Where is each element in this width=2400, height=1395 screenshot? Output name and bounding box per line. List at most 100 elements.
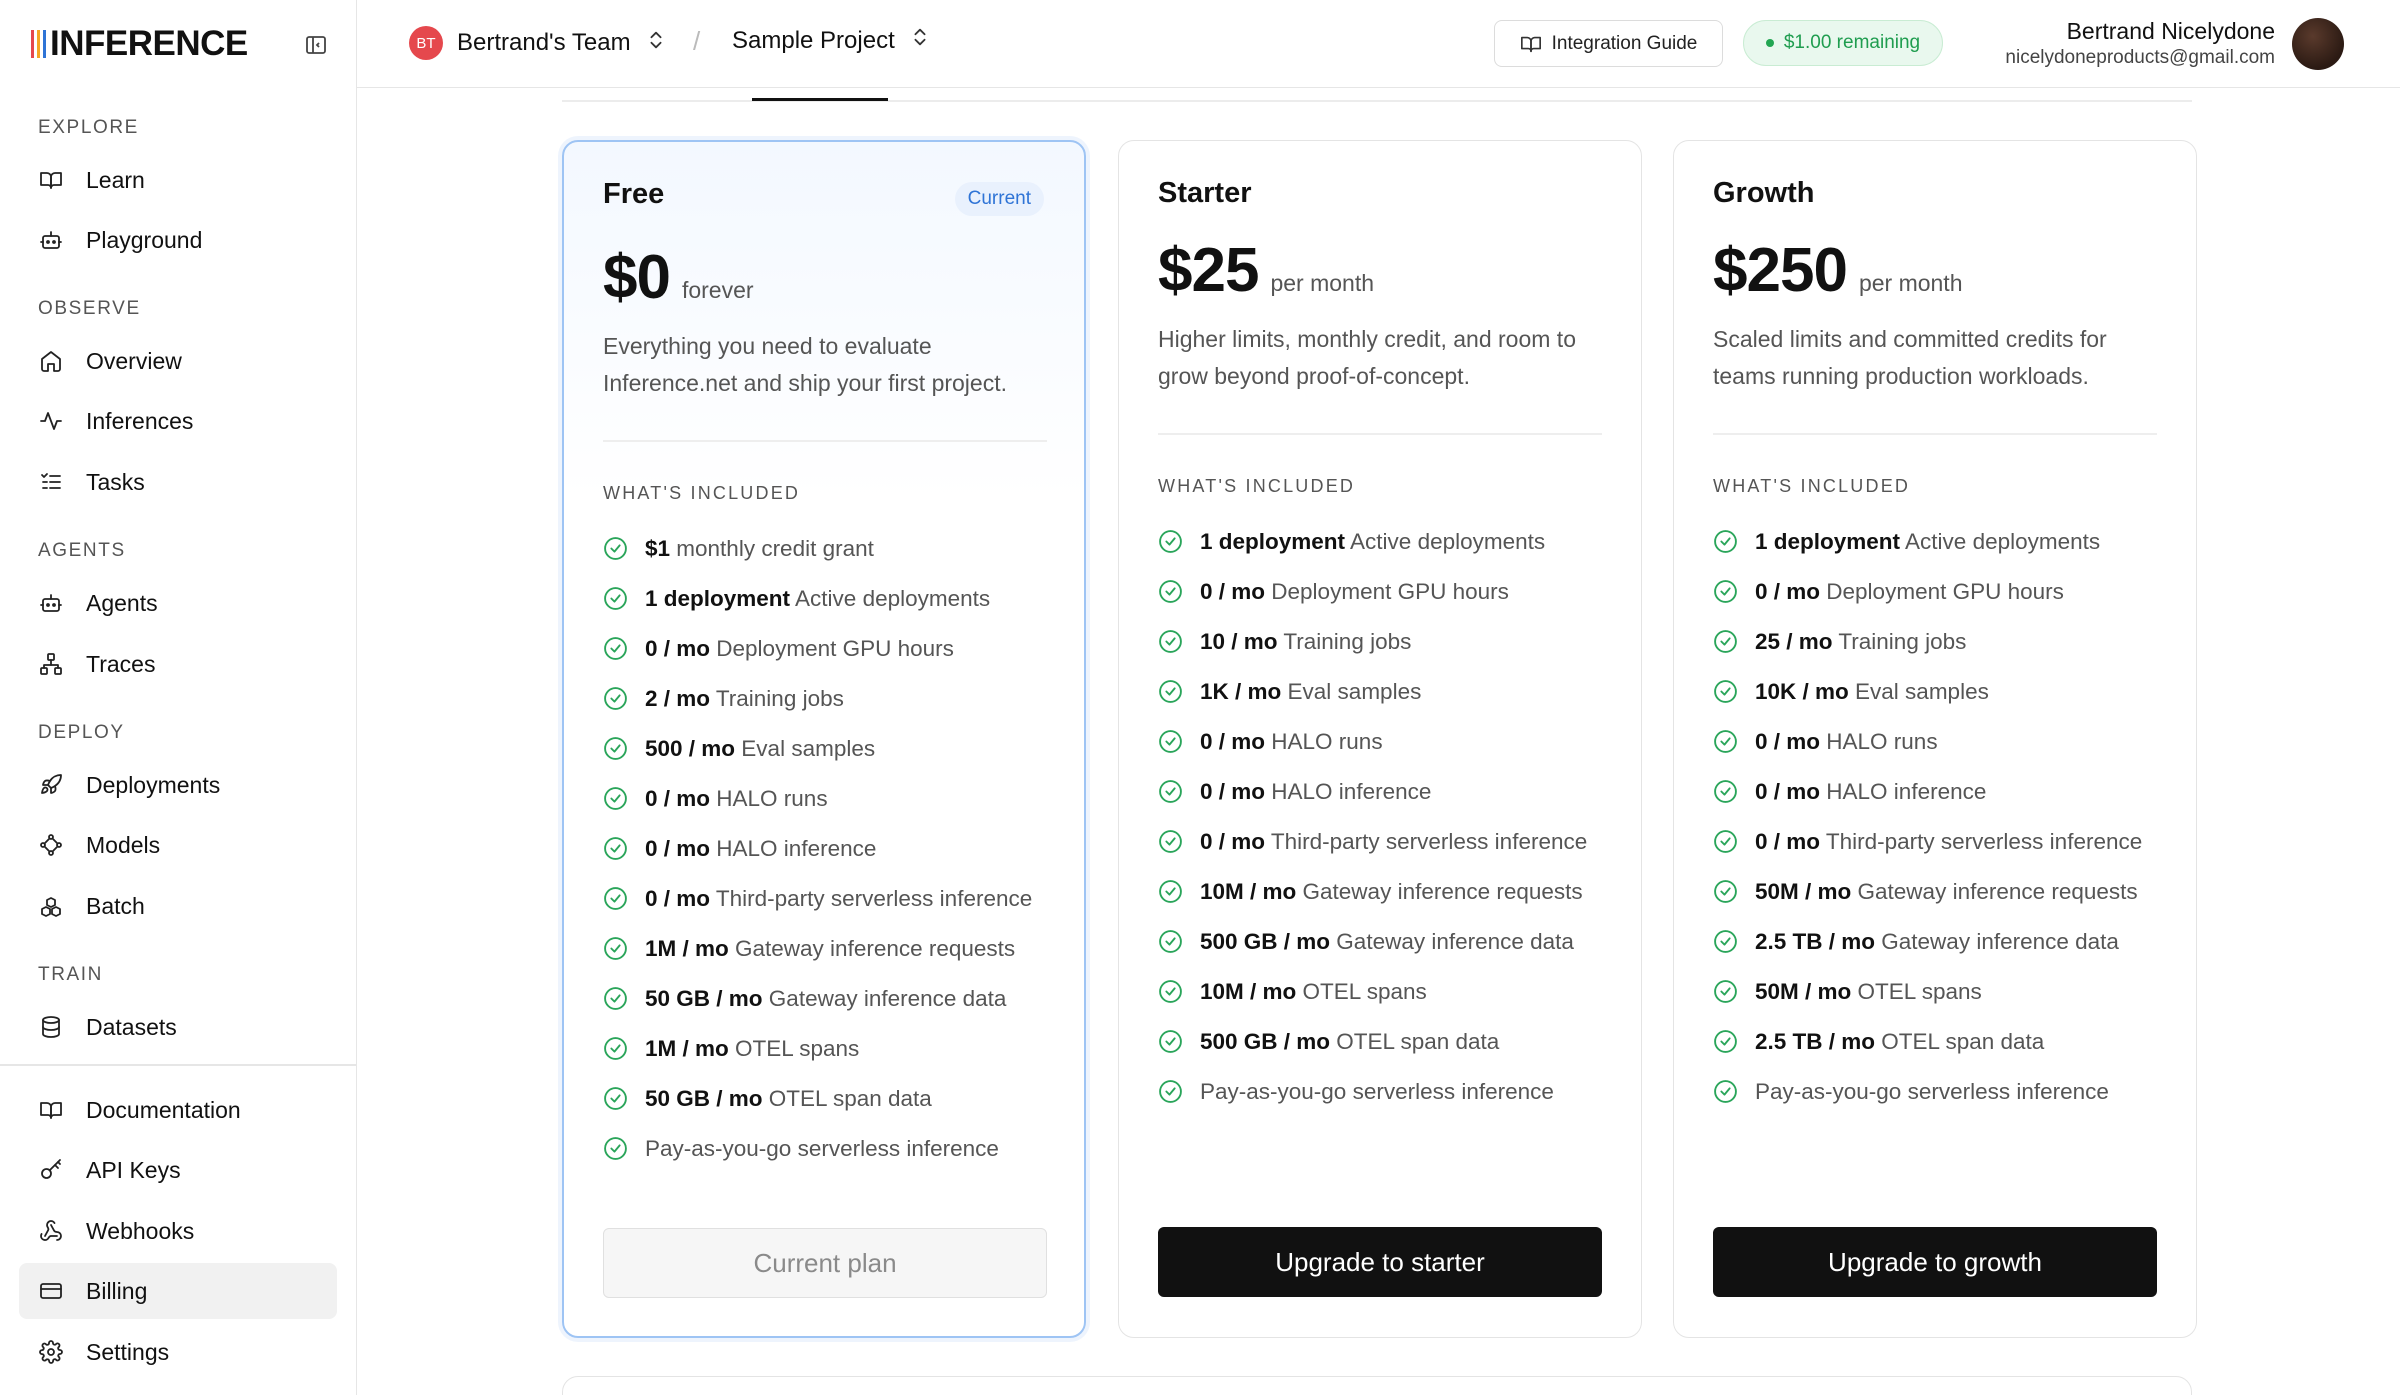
check-circle-icon — [603, 1033, 629, 1064]
feature-label: HALO inference — [1265, 779, 1432, 804]
feature-value: 0 / mo — [1755, 829, 1821, 854]
sidebar-item-label: Learn — [86, 166, 145, 193]
feature-label: Training jobs — [1832, 629, 1967, 654]
team-name: Bertrand's Team — [457, 29, 631, 56]
current-plan-button[interactable]: Current plan — [603, 1228, 1047, 1298]
feature-label: Gateway inference data — [1875, 929, 2119, 954]
nav-section-train: TRAIN — [38, 964, 103, 985]
project-switcher[interactable]: Sample Project — [732, 26, 931, 55]
sidebar-item-billing[interactable]: Billing — [19, 1263, 337, 1319]
sidebar-item-inferences[interactable]: Inferences — [19, 393, 337, 449]
feature-text: Pay-as-you-go serverless inference — [1755, 1076, 2109, 1107]
sidebar-item-settings[interactable]: Settings — [19, 1324, 337, 1380]
check-circle-icon — [1158, 776, 1184, 807]
chevron-up-down-icon — [909, 26, 931, 55]
upgrade-starter-button[interactable]: Upgrade to starter — [1158, 1227, 1602, 1297]
feature-value: 1M / mo — [645, 936, 729, 961]
integration-guide-button[interactable]: Integration Guide — [1494, 20, 1723, 67]
sidebar-item-api-keys[interactable]: API Keys — [19, 1142, 337, 1198]
sidebar-item-agents[interactable]: Agents — [19, 575, 337, 631]
database-icon — [38, 1014, 64, 1040]
collapse-sidebar-button[interactable] — [301, 30, 331, 60]
check-circle-icon — [603, 583, 629, 614]
feature-value: 0 / mo — [1755, 779, 1821, 804]
feature-label: Deployment GPU hours — [1265, 579, 1509, 604]
feature-value: 0 / mo — [1200, 829, 1266, 854]
nav-section-observe: OBSERVE — [38, 298, 141, 319]
sidebar-item-traces[interactable]: Traces — [19, 636, 337, 692]
check-circle-icon — [603, 733, 629, 764]
sidebar-item-tasks[interactable]: Tasks — [19, 454, 337, 510]
feature-text: 1 deployment Active deployments — [1200, 526, 1545, 557]
user-info: Bertrand Nicelydone nicelydoneproducts@g… — [2005, 18, 2275, 69]
feature-text: 50M / mo OTEL spans — [1755, 976, 1982, 1007]
feature-value: 0 / mo — [1200, 579, 1266, 604]
feature-item: 25 / mo Training jobs — [1713, 626, 2163, 657]
user-avatar[interactable] — [2292, 18, 2344, 70]
sidebar-item-webhooks[interactable]: Webhooks — [19, 1203, 337, 1259]
credit-badge[interactable]: $1.00 remaining — [1743, 20, 1943, 66]
feature-label: HALO runs — [1820, 729, 1938, 754]
plan-period: per month — [1270, 270, 1375, 296]
feature-item: $1 monthly credit grant — [603, 533, 1053, 564]
feature-label: Eval samples — [735, 736, 876, 761]
sidebar-item-label: Overview — [86, 347, 182, 374]
active-tab-indicator — [752, 98, 888, 101]
sidebar-item-label: Traces — [86, 650, 156, 677]
feature-item: Pay-as-you-go serverless inference — [603, 1133, 1053, 1164]
feature-item: 50M / mo Gateway inference requests — [1713, 876, 2163, 907]
sidebar-item-models[interactable]: Models — [19, 817, 337, 873]
feature-text: $1 monthly credit grant — [645, 533, 874, 564]
integration-guide-label: Integration Guide — [1551, 32, 1698, 54]
feature-value: 0 / mo — [1200, 779, 1266, 804]
included-heading: WHAT'S INCLUDED — [603, 483, 801, 503]
sidebar-item-overview[interactable]: Overview — [19, 333, 337, 389]
feature-label: monthly credit grant — [670, 536, 874, 561]
next-section-card — [562, 1376, 2192, 1395]
feature-label: Gateway inference requests — [728, 936, 1016, 961]
network-icon — [38, 651, 64, 677]
logo-bars-icon — [31, 30, 46, 58]
sidebar-item-playground[interactable]: Playground — [19, 212, 337, 268]
feature-item: 1M / mo Gateway inference requests — [603, 933, 1053, 964]
feature-value: 50M / mo — [1755, 979, 1852, 1004]
feature-label: Pay-as-you-go serverless inference — [645, 1136, 999, 1161]
feature-text: 0 / mo Third-party serverless inference — [645, 883, 1032, 914]
check-circle-icon — [1713, 576, 1739, 607]
sidebar-item-learn[interactable]: Learn — [19, 152, 337, 208]
feature-text: 0 / mo HALO runs — [1200, 726, 1383, 757]
team-switcher[interactable]: BT Bertrand's Team — [409, 26, 667, 60]
status-dot-icon — [1765, 39, 1774, 47]
feature-text: 1K / mo Eval samples — [1200, 676, 1421, 707]
check-circle-icon — [1158, 926, 1184, 957]
plan-card-growth: Growth $250 per month Scaled limits and … — [1673, 140, 2197, 1338]
sidebar-item-documentation[interactable]: Documentation — [19, 1082, 337, 1138]
feature-item: 0 / mo HALO runs — [603, 783, 1053, 814]
feature-value: 10M / mo — [1200, 879, 1297, 904]
feature-value: 50 GB / mo — [645, 1086, 763, 1111]
check-circle-icon — [603, 683, 629, 714]
card-divider — [1713, 433, 2157, 435]
sidebar-item-label: Models — [86, 831, 161, 858]
sidebar-item-label: Webhooks — [86, 1217, 195, 1244]
feature-item: 50 GB / mo OTEL span data — [603, 1083, 1053, 1114]
check-circle-icon — [1713, 526, 1739, 557]
feature-text: 0 / mo Third-party serverless inference — [1200, 826, 1587, 857]
feature-label: OTEL spans — [1296, 979, 1427, 1004]
feature-value: $1 — [645, 536, 671, 561]
feature-item: 1M / mo OTEL spans — [603, 1033, 1053, 1064]
feature-item: 10K / mo Eval samples — [1713, 676, 2163, 707]
feature-label: Training jobs — [710, 686, 844, 711]
logo[interactable]: INFERENCE — [31, 24, 248, 64]
upgrade-growth-button[interactable]: Upgrade to growth — [1713, 1227, 2157, 1297]
feature-label: Third-party serverless inference — [1820, 829, 2143, 854]
feature-value: 1 deployment — [1755, 529, 1901, 554]
nav-section-explore: EXPLORE — [38, 117, 139, 138]
sidebar-item-batch[interactable]: Batch — [19, 878, 337, 934]
check-circle-icon — [1713, 1026, 1739, 1057]
user-name: Bertrand Nicelydone — [2066, 18, 2275, 44]
sidebar-item-deployments[interactable]: Deployments — [19, 757, 337, 813]
feature-label: HALO runs — [710, 786, 828, 811]
sidebar-item-datasets[interactable]: Datasets — [19, 999, 337, 1055]
plan-description: Everything you need to evaluate Inferenc… — [603, 333, 1007, 396]
